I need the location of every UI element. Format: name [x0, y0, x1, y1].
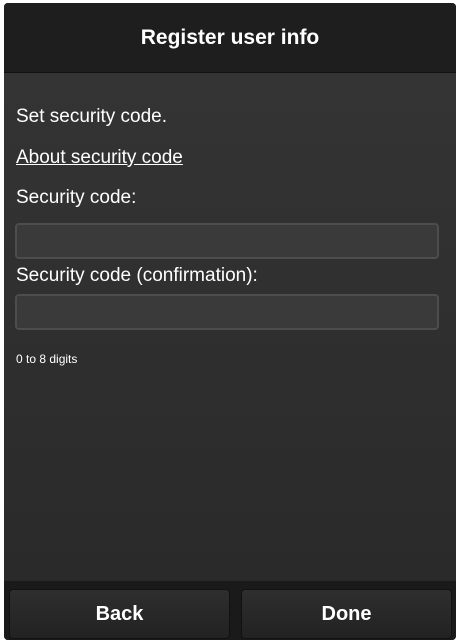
about-security-code-link[interactable]: About security code	[16, 147, 183, 169]
digits-hint: 0 to 8 digits	[16, 352, 78, 366]
done-button-label: Done	[321, 602, 372, 625]
instruction-text: Set security code.	[16, 106, 168, 127]
back-button-label: Back	[95, 602, 144, 625]
form-area: Set security code. About security code S…	[4, 73, 456, 581]
done-button[interactable]: Done	[241, 589, 452, 639]
security-code-confirmation-input[interactable]	[15, 294, 439, 330]
register-dialog: Register user info Set security code. Ab…	[4, 3, 456, 640]
security-code-label: Security code:	[16, 187, 137, 208]
header-bar: Register user info	[4, 3, 456, 73]
page-title: Register user info	[140, 25, 320, 49]
security-code-input[interactable]	[15, 223, 439, 259]
back-button[interactable]: Back	[9, 589, 230, 639]
security-code-confirmation-label: Security code (confirmation):	[16, 265, 258, 286]
footer-bar: Back Done	[4, 581, 456, 640]
